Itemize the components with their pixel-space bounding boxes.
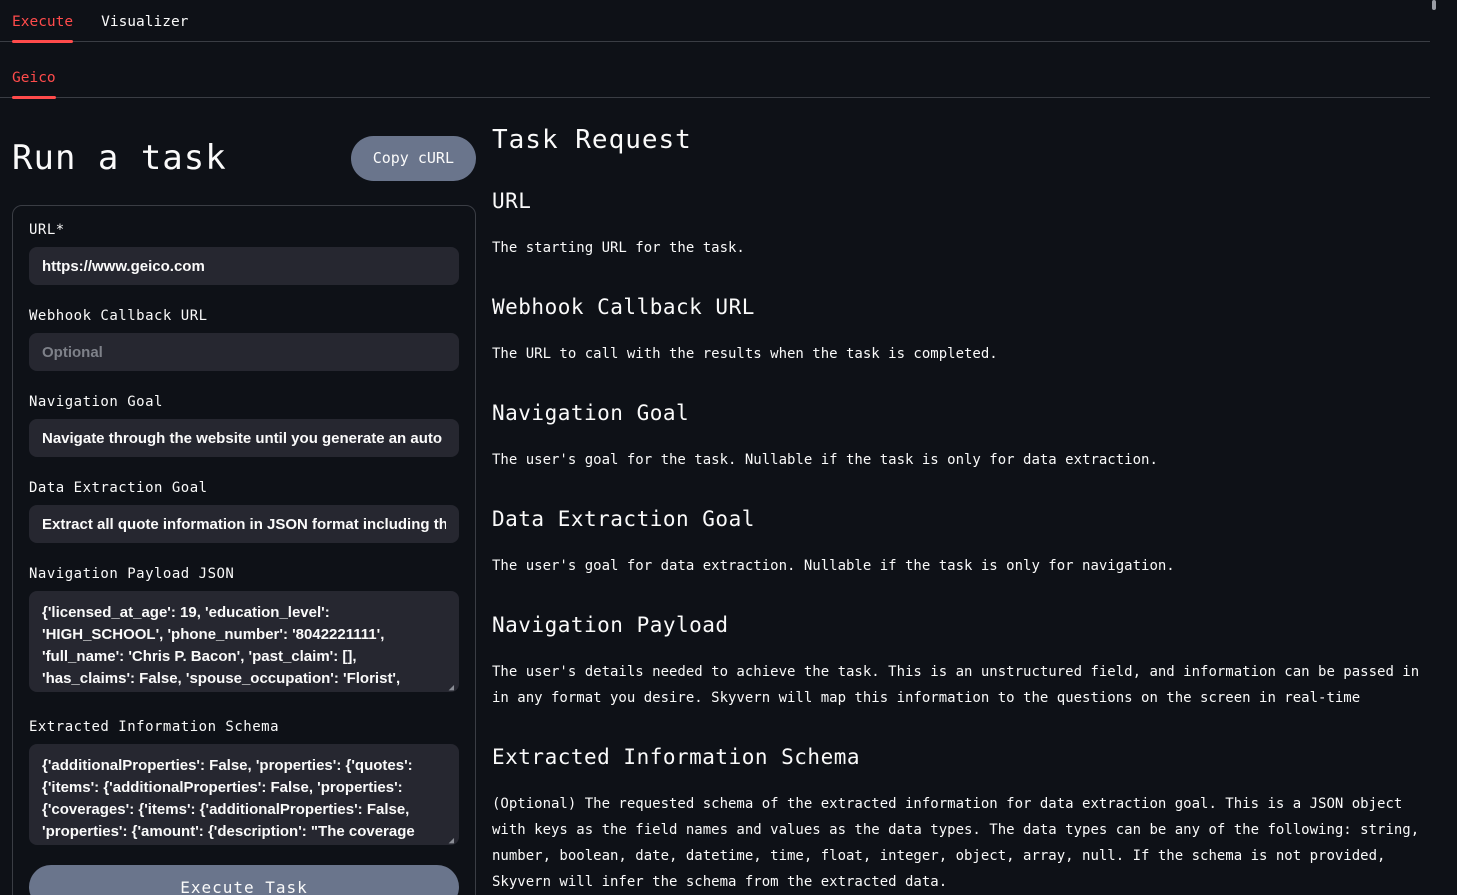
- doc-heading: Webhook Callback URL: [492, 295, 1430, 319]
- navigation-goal-input[interactable]: [29, 419, 459, 457]
- copy-curl-button[interactable]: Copy cURL: [351, 136, 476, 181]
- doc-body: The user's goal for data extraction. Nul…: [492, 553, 1430, 579]
- docs-column: Task Request URL The starting URL for th…: [492, 125, 1430, 895]
- docs-title: Task Request: [492, 125, 1430, 155]
- url-label: URL*: [29, 222, 459, 238]
- extracted-schema-textarea[interactable]: {'additionalProperties': False, 'propert…: [29, 744, 459, 845]
- doc-body: The user's goal for the task. Nullable i…: [492, 447, 1430, 473]
- page-title: Run a task: [12, 138, 227, 178]
- sub-tabbar: Geico: [0, 42, 1430, 98]
- webhook-label: Webhook Callback URL: [29, 308, 459, 324]
- field-data-extraction-goal: Data Extraction Goal: [29, 480, 459, 543]
- doc-body: The user's details needed to achieve the…: [492, 659, 1430, 711]
- doc-section-webhook: Webhook Callback URL The URL to call wit…: [492, 295, 1430, 367]
- task-form-column: Run a task Copy cURL URL* Webhook Callba…: [12, 98, 476, 895]
- scrollbar[interactable]: [1432, 0, 1436, 10]
- doc-section-data-extraction-goal: Data Extraction Goal The user's goal for…: [492, 507, 1430, 579]
- navigation-payload-label: Navigation Payload JSON: [29, 566, 459, 582]
- navigation-payload-textarea[interactable]: {'licensed_at_age': 19, 'education_level…: [29, 591, 459, 692]
- doc-section-extracted-schema: Extracted Information Schema (Optional) …: [492, 745, 1430, 895]
- doc-heading: URL: [492, 189, 1430, 213]
- field-navigation-goal: Navigation Goal: [29, 394, 459, 457]
- task-form-card: URL* Webhook Callback URL Navigation Goa…: [12, 205, 476, 895]
- main-tabbar: Execute Visualizer: [0, 0, 1430, 42]
- webhook-input[interactable]: [29, 333, 459, 371]
- doc-heading: Navigation Payload: [492, 613, 1430, 637]
- main-content: Run a task Copy cURL URL* Webhook Callba…: [0, 98, 1457, 895]
- tab-execute[interactable]: Execute: [12, 14, 73, 41]
- data-extraction-goal-label: Data Extraction Goal: [29, 480, 459, 496]
- url-input[interactable]: [29, 247, 459, 285]
- tab-visualizer[interactable]: Visualizer: [101, 14, 188, 41]
- doc-heading: Extracted Information Schema: [492, 745, 1430, 769]
- tab-geico[interactable]: Geico: [12, 70, 56, 97]
- form-header: Run a task Copy cURL: [12, 128, 476, 188]
- doc-section-navigation-goal: Navigation Goal The user's goal for the …: [492, 401, 1430, 473]
- resize-handle-icon[interactable]: ◢: [449, 836, 454, 846]
- resize-handle-icon[interactable]: ◢: [449, 683, 454, 693]
- doc-section-navigation-payload: Navigation Payload The user's details ne…: [492, 613, 1430, 711]
- extracted-schema-label: Extracted Information Schema: [29, 719, 459, 735]
- doc-heading: Navigation Goal: [492, 401, 1430, 425]
- field-url: URL*: [29, 222, 459, 285]
- field-webhook: Webhook Callback URL: [29, 308, 459, 371]
- doc-body: The starting URL for the task.: [492, 235, 1430, 261]
- doc-body: (Optional) The requested schema of the e…: [492, 791, 1430, 895]
- field-navigation-payload: Navigation Payload JSON {'licensed_at_ag…: [29, 566, 459, 696]
- field-extracted-schema: Extracted Information Schema {'additiona…: [29, 719, 459, 849]
- doc-heading: Data Extraction Goal: [492, 507, 1430, 531]
- data-extraction-goal-input[interactable]: [29, 505, 459, 543]
- navigation-goal-label: Navigation Goal: [29, 394, 459, 410]
- doc-section-url: URL The starting URL for the task.: [492, 189, 1430, 261]
- navigation-payload-wrap: {'licensed_at_age': 19, 'education_level…: [29, 591, 459, 696]
- execute-task-button[interactable]: Execute Task: [29, 865, 459, 895]
- doc-body: The URL to call with the results when th…: [492, 341, 1430, 367]
- extracted-schema-wrap: {'additionalProperties': False, 'propert…: [29, 744, 459, 849]
